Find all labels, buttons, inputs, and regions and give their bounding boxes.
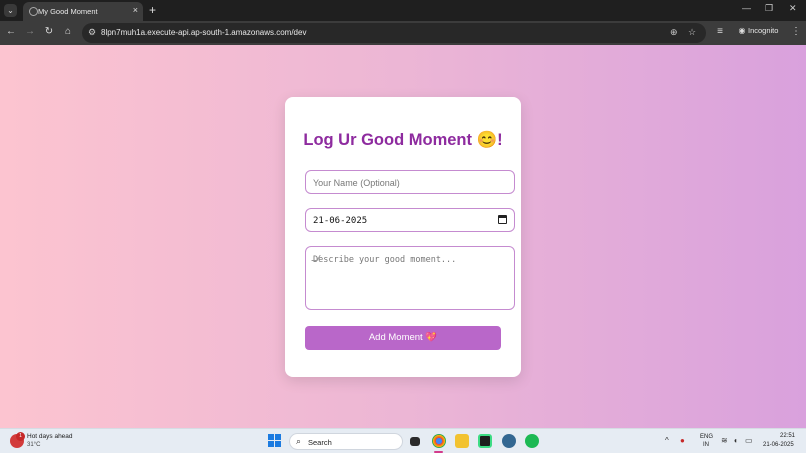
- url-text[interactable]: 8lpn7muh1a.execute-api.ap-south-1.amazon…: [101, 28, 306, 37]
- restore-button[interactable]: ❐: [765, 3, 773, 14]
- date-input[interactable]: 21-06-2025: [305, 208, 515, 232]
- moment-form-card: Log Ur Good Moment 😊! Your Name (Optiona…: [285, 97, 521, 377]
- site-info-icon[interactable]: ⚙: [88, 27, 96, 38]
- task-view-icon[interactable]: [410, 437, 420, 446]
- search-label: Search: [308, 438, 332, 447]
- notification-app-icon[interactable]: ●: [680, 436, 685, 445]
- weather-badge: 1: [16, 432, 25, 441]
- name-input[interactable]: Your Name (Optional): [305, 170, 515, 194]
- postgres-icon[interactable]: [502, 434, 516, 448]
- bookmark-star-icon[interactable]: ☆: [688, 27, 696, 38]
- name-placeholder: Your Name (Optional): [313, 178, 400, 188]
- language-line2[interactable]: IN: [703, 442, 709, 448]
- weather-title[interactable]: Hot days ahead: [27, 433, 73, 440]
- zoom-icon[interactable]: ⊕: [670, 27, 678, 38]
- globe-icon: [29, 7, 38, 16]
- taskbar: 1 Hot days ahead 31°C ⌕ Search ^ ● ENG I…: [0, 428, 806, 453]
- minimize-button[interactable]: —: [742, 3, 751, 13]
- reload-icon[interactable]: ↻: [42, 26, 56, 37]
- spotify-icon[interactable]: [525, 434, 539, 448]
- windows-start-icon[interactable]: [268, 434, 282, 448]
- forward-icon[interactable]: →: [23, 26, 37, 37]
- description-textarea[interactable]: Describe your good moment...: [305, 246, 515, 310]
- back-icon[interactable]: ←: [4, 26, 18, 37]
- calendar-icon[interactable]: [498, 215, 507, 224]
- description-placeholder: Describe your good moment...: [313, 255, 457, 265]
- terminal-icon[interactable]: [478, 434, 492, 448]
- browser-toolbar: ← → ↻ ⌂ ⚙ 8lpn7muh1a.execute-api.ap-sout…: [0, 21, 806, 45]
- clock-time[interactable]: 22:51: [780, 433, 795, 439]
- date-value: 21-06-2025: [313, 216, 368, 226]
- volume-icon[interactable]: ◖: [733, 436, 738, 445]
- tab-strip: ⌄ My Good Moment × + — ❐ ✕: [0, 0, 806, 21]
- taskbar-search[interactable]: ⌕ Search: [289, 433, 403, 450]
- chevron-up-icon[interactable]: ^: [665, 436, 669, 445]
- media-icon[interactable]: ≡: [713, 26, 727, 37]
- search-icon: ⌕: [296, 436, 302, 446]
- incognito-label[interactable]: Incognito: [748, 26, 778, 35]
- tab-my-good-moment[interactable]: My Good Moment ×: [23, 2, 143, 21]
- new-tab-button[interactable]: +: [149, 3, 156, 17]
- page-background: Log Ur Good Moment 😊! Your Name (Optiona…: [0, 45, 806, 428]
- battery-icon[interactable]: ▭: [745, 436, 753, 445]
- incognito-icon: ◉: [738, 26, 746, 35]
- menu-icon[interactable]: ⋮: [789, 26, 803, 37]
- weather-temp[interactable]: 31°C: [27, 442, 40, 448]
- tab-title: My Good Moment: [38, 7, 98, 16]
- file-explorer-icon[interactable]: [455, 434, 469, 448]
- clock-date[interactable]: 21-06-2025: [763, 442, 794, 448]
- tab-close-button[interactable]: ×: [133, 5, 138, 15]
- language-line1[interactable]: ENG: [700, 434, 713, 440]
- address-bar[interactable]: ⚙ 8lpn7muh1a.execute-api.ap-south-1.amaz…: [82, 23, 706, 43]
- add-moment-button[interactable]: Add Moment 💖: [305, 326, 501, 350]
- chrome-icon[interactable]: [432, 434, 446, 448]
- home-icon[interactable]: ⌂: [61, 26, 75, 37]
- tab-search-button[interactable]: ⌄: [4, 4, 17, 17]
- window-close-button[interactable]: ✕: [789, 3, 797, 14]
- wifi-icon[interactable]: ≋: [721, 436, 728, 445]
- form-title: Log Ur Good Moment 😊!: [303, 131, 503, 149]
